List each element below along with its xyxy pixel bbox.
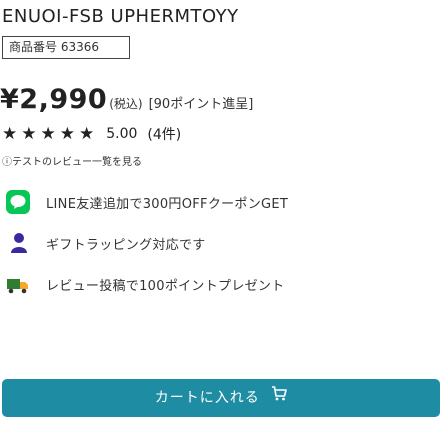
- product-code-box: 商品番号 63366: [2, 36, 130, 59]
- price-row: ¥2,990 (税込) [90ポイント進呈]: [0, 84, 253, 115]
- cart-icon: [271, 378, 288, 416]
- star-icon: ★: [59, 123, 75, 144]
- add-to-cart-label: カートに入れる: [154, 390, 260, 406]
- benefit-line-coupon[interactable]: LINE友達追加で300円OFFクーポンGET: [6, 190, 288, 214]
- star-icon: ★: [40, 123, 56, 144]
- baby-icon: [6, 231, 30, 255]
- benefit-gift-wrapping: ギフトラッピング対応です: [6, 231, 206, 255]
- line-icon: [6, 190, 30, 214]
- rating-value: 5.00: [106, 126, 138, 142]
- tax-label: (税込): [109, 97, 143, 111]
- truck-icon: [6, 272, 30, 296]
- star-icon: ★: [79, 123, 95, 144]
- add-to-cart-button[interactable]: カートに入れる: [2, 379, 440, 417]
- product-title: ENUOI-FSB UPHERMTOYY: [2, 6, 239, 27]
- star-icon: ★: [21, 123, 37, 144]
- rating-stars: ★ ★ ★ ★ ★: [2, 123, 98, 144]
- star-icon: ★: [2, 123, 18, 144]
- benefit-text: レビュー投稿で100ポイントプレゼント: [46, 278, 285, 294]
- price-amount: ¥2,990: [0, 84, 108, 115]
- points-label: [90ポイント進呈]: [148, 97, 254, 112]
- product-detail-panel: ENUOI-FSB UPHERMTOYY 商品番号 63366 ¥2,990 (…: [0, 0, 446, 429]
- benefit-review-points: レビュー投稿で100ポイントプレゼント: [6, 272, 285, 296]
- review-list-link[interactable]: ⓘテストのレビュー一覧を見る: [2, 153, 142, 168]
- rating-row[interactable]: ★ ★ ★ ★ ★ 5.00 (4件): [2, 124, 181, 144]
- review-count-link[interactable]: (4件): [147, 124, 181, 144]
- benefit-text: ギフトラッピング対応です: [46, 237, 206, 253]
- benefit-text: LINE友達追加で300円OFFクーポンGET: [46, 196, 289, 212]
